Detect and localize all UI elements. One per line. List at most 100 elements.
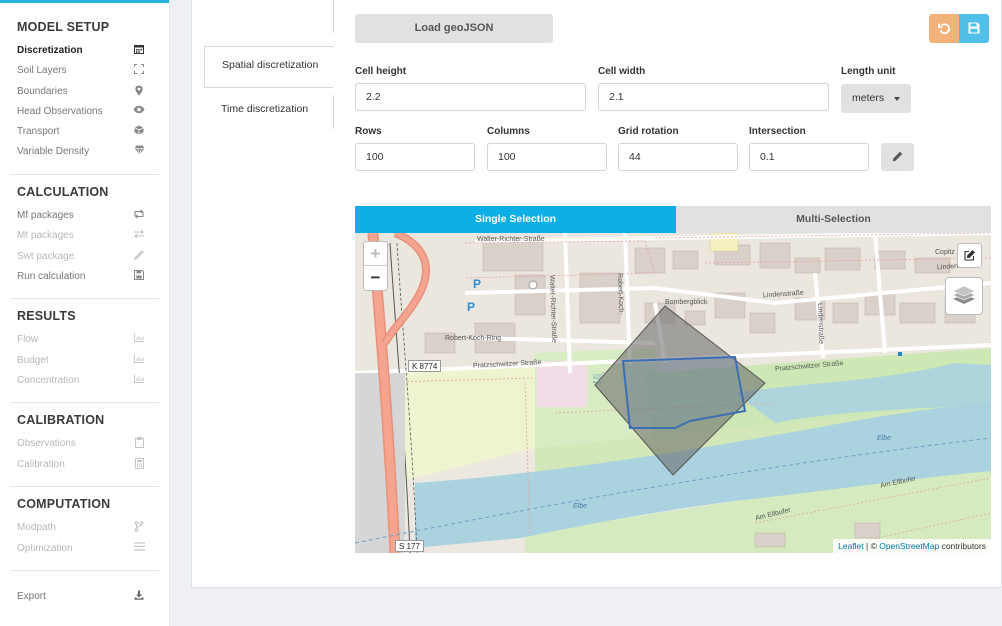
save-button[interactable] <box>959 14 989 43</box>
sidebar-item-label: Head Observations <box>17 106 103 117</box>
length-unit-label: Length unit <box>841 66 895 77</box>
cell-height-input[interactable] <box>355 83 586 111</box>
sidebar-divider <box>10 402 159 403</box>
map-label-street: Robert-Koch-Ring <box>445 335 501 342</box>
undo-icon <box>938 22 951 39</box>
section-title-calculation: CALCULATION <box>17 185 109 199</box>
sidebar-item-boundaries[interactable]: Boundaries <box>0 82 170 102</box>
edit-geometry-button[interactable] <box>957 243 982 268</box>
sidebar-divider <box>10 298 159 299</box>
section-title-computation: COMPUTATION <box>17 497 110 511</box>
sidebar-item-label: Export <box>17 591 46 602</box>
retweet-icon <box>133 209 145 221</box>
eye-icon <box>133 105 145 117</box>
sidebar-item-run-calculation[interactable]: Run calculation <box>0 267 170 287</box>
calendar-icon <box>133 44 145 56</box>
columns-input[interactable] <box>487 143 607 171</box>
grid-rotation-input[interactable] <box>618 143 738 171</box>
intersection-label: Intersection <box>749 126 806 137</box>
attribution-separator: | © <box>864 541 880 551</box>
map-attribution: Leaflet | © OpenStreetMap contributors <box>833 539 991 553</box>
intersection-input[interactable] <box>749 143 869 171</box>
fork-icon <box>133 521 145 533</box>
cell-width-label: Cell width <box>598 66 645 77</box>
sidebar-item-mt-packages[interactable]: Mt packages <box>0 226 170 246</box>
sidebar-divider <box>10 486 159 487</box>
svg-text:P: P <box>467 300 475 314</box>
rows-input[interactable] <box>355 143 475 171</box>
sidebar-item-variable-density[interactable]: Variable Density <box>0 142 170 162</box>
tab-time-discretization[interactable]: Time discretization <box>204 95 334 129</box>
cube-icon <box>133 125 145 137</box>
sidebar-item-label: Mt packages <box>17 230 74 241</box>
sidebar-item-label: Modpath <box>17 522 56 533</box>
zoom-out-button[interactable]: − <box>364 266 387 290</box>
calculator-icon <box>133 458 145 470</box>
sidebar-item-label: Observations <box>17 438 76 449</box>
sidebar-item-budget[interactable]: Budget <box>0 351 170 371</box>
section-title-results: RESULTS <box>17 309 76 323</box>
sidebar-item-label: Flow <box>17 334 38 345</box>
load-geojson-button[interactable]: Load geoJSON <box>355 14 553 43</box>
chart-icon <box>133 374 145 386</box>
map-label-street: Bomberg­blick <box>665 299 707 306</box>
section-title-calibration: CALIBRATION <box>17 413 104 427</box>
sidebar-item-label: Discretization <box>17 45 83 56</box>
tab-spatial-discretization[interactable]: Spatial discretization <box>204 46 334 88</box>
sidebar-item-mf-packages[interactable]: Mf packages <box>0 206 170 226</box>
sidebar-item-transport[interactable]: Transport <box>0 122 170 142</box>
sidebar-item-discretization[interactable]: Discretization <box>0 41 170 61</box>
sidebar-item-label: Boundaries <box>17 86 68 97</box>
subtab-border <box>333 0 334 33</box>
layers-control-button[interactable] <box>945 277 983 315</box>
sidebar-item-label: Soil Layers <box>17 65 66 76</box>
sidebar-item-label: Optimization <box>17 543 73 554</box>
save-icon <box>133 270 145 282</box>
sidebar-item-flow[interactable]: Flow <box>0 330 170 350</box>
sidebar-item-head-observations[interactable]: Head Observations <box>0 102 170 122</box>
leaflet-link[interactable]: Leaflet <box>838 541 864 551</box>
sidebar-item-modpath[interactable]: Modpath <box>0 518 170 538</box>
download-icon <box>133 590 145 602</box>
chart-icon <box>133 354 145 366</box>
eyedropper-icon <box>133 250 145 262</box>
sidebar-item-swt-package[interactable]: Swt package <box>0 247 170 267</box>
tab-multi-selection[interactable]: Multi-Selection <box>676 206 991 233</box>
map-marker-icon <box>133 85 145 97</box>
section-title-model-setup: MODEL SETUP <box>17 20 109 34</box>
sidebar-item-concentration[interactable]: Concentration <box>0 371 170 391</box>
sidebar-item-label: Run calculation <box>17 271 85 282</box>
map-label-street: Robert-Koch- <box>616 273 624 315</box>
undo-button[interactable] <box>929 14 959 43</box>
osm-link[interactable]: OpenStreetMap <box>879 541 939 551</box>
tab-single-selection[interactable]: Single Selection <box>355 206 676 233</box>
road-badge-s177: S 177 <box>395 540 424 552</box>
chart-icon <box>133 333 145 345</box>
sidebar: MODEL SETUP Discretization Soil Layers B… <box>0 0 170 626</box>
map-view[interactable]: P P 🛒 Walter-Richter-Straße Walter-Richt… <box>355 233 991 553</box>
sidebar-item-calibration[interactable]: Calibration <box>0 455 170 475</box>
list-icon <box>133 542 145 554</box>
edit-intersection-button[interactable] <box>881 143 914 171</box>
sidebar-accent-bar <box>0 0 169 3</box>
main-panel: Spatial discretization Time discretizati… <box>191 0 1002 588</box>
rows-label: Rows <box>355 126 382 137</box>
map-label-district: Copitz <box>935 249 955 256</box>
map-label-river: Elbe <box>877 435 891 442</box>
sidebar-item-label: Variable Density <box>17 146 89 157</box>
sidebar-item-label: Budget <box>17 355 49 366</box>
sidebar-item-export[interactable]: Export <box>0 587 170 607</box>
cell-width-input[interactable] <box>598 83 829 111</box>
sidebar-item-observations[interactable]: Observations <box>0 434 170 454</box>
caret-down-icon <box>894 97 900 101</box>
sidebar-item-label: Swt package <box>17 251 74 262</box>
length-unit-dropdown[interactable]: meters <box>841 84 911 113</box>
sidebar-item-optimization[interactable]: Optimization <box>0 539 170 559</box>
length-unit-value: meters <box>852 92 884 104</box>
grid-rotation-label: Grid rotation <box>618 126 679 137</box>
zoom-in-button[interactable]: + <box>364 242 387 266</box>
zoom-control: + − <box>363 241 388 291</box>
map-label-river: Elbe <box>573 503 587 510</box>
map-label-street: Walter-Richter-Straße <box>477 236 545 243</box>
sidebar-item-soil-layers[interactable]: Soil Layers <box>0 61 170 81</box>
